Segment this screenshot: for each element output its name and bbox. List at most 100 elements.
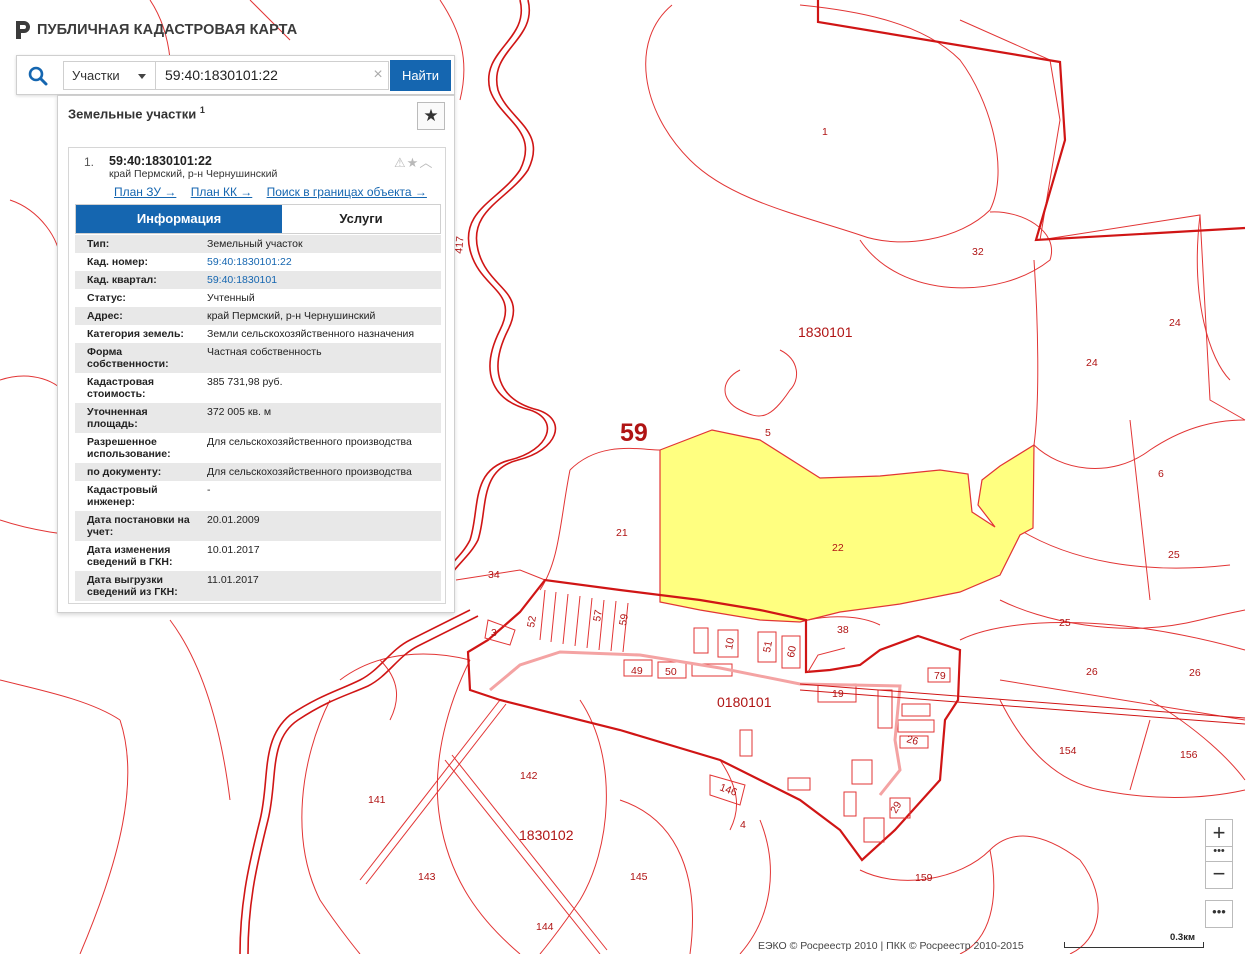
parcel-label: 49 <box>631 665 643 677</box>
parcel-label: 26 <box>1189 667 1201 679</box>
attribute-row: Кад. квартал: 59:40:1830101 <box>75 271 441 289</box>
plan-kk-link[interactable]: План КК → <box>191 185 253 199</box>
attribute-value: 372 005 кв. м <box>207 406 272 418</box>
attribute-value: 11.01.2017 <box>207 574 259 586</box>
attribute-key: Дата постановки на учет: <box>87 514 190 538</box>
result-address: край Пермский, р-н Чернушинский <box>109 168 278 180</box>
attribute-key: Кадастровый инженер: <box>87 484 158 508</box>
quarter-label: 0180101 <box>717 694 772 710</box>
parcel-label: 417 <box>453 236 466 255</box>
result-tabs: Информация Услуги <box>75 204 441 234</box>
attribute-key: Разрешенное использование: <box>87 436 171 460</box>
rosreestr-logo-icon <box>16 21 30 39</box>
selected-parcel-22[interactable] <box>659 429 1035 623</box>
warning-icon[interactable]: ⚠ <box>394 155 407 170</box>
quarter-label: 1830102 <box>519 827 574 843</box>
parcel-label: 143 <box>418 871 436 883</box>
zoom-out-button[interactable]: − <box>1205 861 1233 889</box>
attribute-row: по документу: Для сельскохозяйственного п… <box>75 463 441 481</box>
attribute-key: Статус: <box>87 292 126 304</box>
parcel-label: 142 <box>520 770 538 782</box>
search-icon[interactable] <box>28 66 48 86</box>
attribute-value: 10.01.2017 <box>207 544 260 556</box>
search-type-label: Участки <box>72 68 120 83</box>
parcel-label: 38 <box>837 624 849 636</box>
attributes-table: Тип: Земельный участок Кад. номер: 59:40:18… <box>75 235 441 601</box>
attribute-value: Учтенный <box>207 292 255 304</box>
zoom-in-button[interactable]: + <box>1205 819 1233 847</box>
search-input[interactable]: 59:40:1830101:22 <box>156 61 389 90</box>
parcel-label: 21 <box>616 527 628 539</box>
parcel-label: 159 <box>915 872 933 884</box>
parcel-label: 50 <box>665 666 677 678</box>
search-bar: Участки 59:40:1830101:22 × Найти <box>16 55 455 95</box>
attribute-row: Кад. номер: 59:40:1830101:22 <box>75 253 441 271</box>
attribute-row: Категория земель: Земли сельскохозяйствен… <box>75 325 441 343</box>
copyright-text: ЕЭКО © Росреестр 2010 | ПКК © Росреестр … <box>758 940 1024 952</box>
attribute-row: Дата постановки на учет: 20.01.2009 <box>75 511 441 541</box>
parcel-label: 52 <box>525 615 539 629</box>
search-button[interactable]: Найти <box>390 60 451 91</box>
parcel-label: 25 <box>1168 549 1180 561</box>
parcel-label: 25 <box>1059 617 1071 629</box>
district-label: 59 <box>620 419 648 447</box>
app-header: ПУБЛИЧНАЯ КАДАСТРОВАЯ КАРТА <box>14 18 297 42</box>
parcel-label: 32 <box>972 246 984 258</box>
scale-label: 0.3км <box>1170 932 1195 943</box>
attribute-row: Адрес: край Пермский, р-н Чернушинский <box>75 307 441 325</box>
parcel-label: 6 <box>1158 468 1164 480</box>
attribute-row: Дата изменения сведений в ГКН: 10.01.2017 <box>75 541 441 571</box>
parcel-label: 10 <box>723 637 737 651</box>
attribute-value: 20.01.2009 <box>207 514 260 526</box>
parcel-label: 60 <box>785 645 799 659</box>
parcel-label: 51 <box>761 640 775 654</box>
clear-icon[interactable]: × <box>367 61 389 90</box>
attribute-value: 385 731,98 руб. <box>207 376 283 388</box>
attribute-row: Кадастровая стоимость: 385 731,98 руб. <box>75 373 441 403</box>
results-panel: Земельные участки 1 ★ 1. 59:40:1830101:2… <box>57 95 455 613</box>
chevron-up-icon[interactable]: ︿ <box>419 155 433 170</box>
attribute-row: Форма собственности: Частная собственност… <box>75 343 441 373</box>
result-tools: ⚠★︿ <box>394 152 433 171</box>
parcel-label: 4 <box>740 819 746 831</box>
attribute-row: Дата выгрузки сведений из ГКН: 11.01.2017 <box>75 571 441 601</box>
plan-zu-link[interactable]: План ЗУ → <box>114 185 176 199</box>
more-options-button[interactable]: ••• <box>1205 900 1233 928</box>
parcel-label: 26 <box>1086 666 1098 678</box>
attribute-value: - <box>207 484 211 496</box>
parcel-label: 26 <box>905 733 920 748</box>
attribute-key: Адрес: <box>87 310 123 322</box>
parcel-label: 5 <box>765 427 771 439</box>
parcel-label: 24 <box>1169 317 1181 329</box>
attribute-row: Статус: Учтенный <box>75 289 441 307</box>
attribute-value: Частная собственность <box>207 346 322 358</box>
parcel-label: 145 <box>630 871 648 883</box>
attribute-value: край Пермский, р-н Чернушинский <box>207 310 376 322</box>
attribute-value[interactable]: 59:40:1830101:22 <box>207 256 439 268</box>
tab-services[interactable]: Услуги <box>282 205 440 233</box>
favorites-button[interactable]: ★ <box>417 102 445 130</box>
parcel-label: 141 <box>368 794 386 806</box>
attribute-value: Земельный участок <box>207 238 303 250</box>
attribute-key: Тип: <box>87 238 110 250</box>
attribute-row: Кадастровый инженер: - <box>75 481 441 511</box>
search-in-bounds-link[interactable]: Поиск в границах объекта → <box>267 185 427 199</box>
result-index: 1. <box>84 155 95 169</box>
attribute-value[interactable]: 59:40:1830101 <box>207 274 439 286</box>
attribute-row: Разрешенное использование: Для сельскохоз… <box>75 433 441 463</box>
chevron-down-icon <box>138 74 146 79</box>
tab-info[interactable]: Информация <box>76 205 282 233</box>
attribute-key: Кад. квартал: <box>87 274 157 286</box>
parcel-label: 156 <box>1180 749 1198 761</box>
search-type-select[interactable]: Участки <box>63 61 156 90</box>
zoom-level-handle[interactable]: ••• <box>1205 846 1233 861</box>
parcel-label: 1 <box>822 126 828 138</box>
attribute-key: Дата изменения сведений в ГКН: <box>87 544 173 568</box>
star-icon[interactable]: ★ <box>407 155 420 170</box>
result-links: План ЗУ → План КК → Поиск в границах объ… <box>114 185 438 199</box>
app-title: ПУБЛИЧНАЯ КАДАСТРОВАЯ КАРТА <box>37 22 298 38</box>
result-card[interactable]: 1. 59:40:1830101:22 край Пермский, р-н Ч… <box>68 147 446 604</box>
attribute-value: Для сельскохозяйственного производства <box>207 466 412 478</box>
result-cad-number[interactable]: 59:40:1830101:22 <box>109 154 212 168</box>
attribute-key: по документу: <box>87 466 162 478</box>
